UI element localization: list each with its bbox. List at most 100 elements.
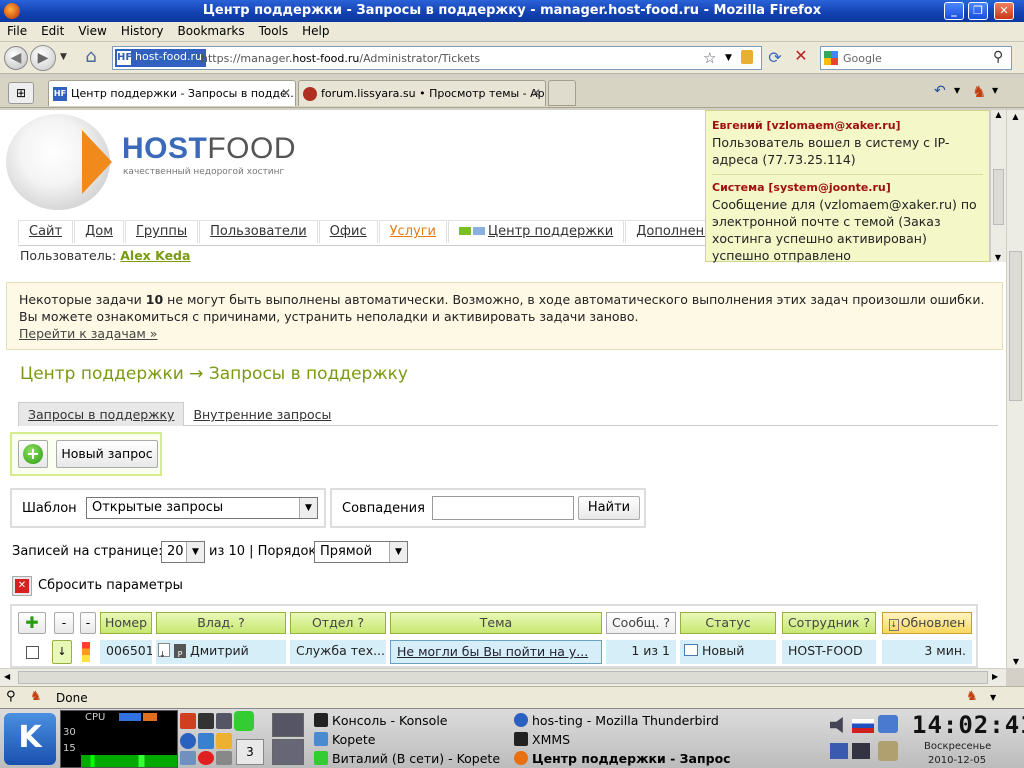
task-thunderbird[interactable]: hos-ting - Mozilla Thunderbird (514, 713, 719, 728)
cell-updated[interactable]: 3 мин. (882, 640, 972, 664)
nav-groups[interactable]: Группы (125, 220, 199, 243)
monitor-launch-icon[interactable] (216, 713, 232, 729)
scroll-up-icon[interactable]: ▲ (1007, 110, 1024, 121)
scroll-down-icon[interactable]: ▼ (991, 253, 1005, 262)
cell-staff[interactable]: HOST-FOOD (782, 640, 876, 664)
menu-history[interactable]: History (114, 22, 171, 40)
search-icon[interactable]: ⚲ (993, 49, 1003, 65)
col-owner[interactable]: Влад. ? (156, 612, 286, 634)
task-kopete[interactable]: Kopete (314, 732, 375, 747)
kde-menu-icon[interactable]: K (4, 713, 56, 765)
find-button[interactable]: Найти (578, 496, 640, 520)
task-xmms[interactable]: XMMS (514, 732, 570, 747)
browser-launch-icon[interactable] (180, 733, 196, 749)
menu-bookmarks[interactable]: Bookmarks (171, 22, 252, 40)
desktop-preview-1[interactable] (272, 713, 304, 737)
window-titlebar[interactable]: Центр поддержки - Запросы в поддержку - … (0, 0, 1024, 22)
grid-minus-button-2[interactable]: - (80, 612, 96, 634)
opera-launch-icon[interactable] (198, 751, 214, 765)
notif-scroll-thumb[interactable] (993, 169, 1004, 225)
url-dropdown-icon[interactable]: ▼ (725, 53, 732, 63)
status-dropdown-icon[interactable]: ▼ (990, 693, 996, 702)
cell-owner[interactable]: ↓ P Дмитрий (156, 640, 286, 664)
match-input[interactable] (432, 496, 574, 520)
network-icon[interactable] (878, 715, 898, 733)
tray-clipboard-icon[interactable] (878, 741, 898, 761)
addon-status-icon[interactable]: ♞ (30, 689, 42, 704)
menu-edit[interactable]: Edit (34, 22, 71, 40)
desktop-preview-2[interactable] (272, 739, 304, 765)
forward-button[interactable]: ▶ (30, 45, 56, 71)
nav-services[interactable]: Услуги (378, 220, 447, 243)
page-scroll-thumb[interactable] (1009, 251, 1022, 401)
task-kopete-chat[interactable]: Виталий (В сети) - Kopete (314, 751, 500, 766)
close-window-button[interactable]: ✕ (994, 2, 1014, 20)
grid-minus-button[interactable]: - (54, 612, 74, 634)
cell-subject-link[interactable]: Не могли бы Вы пойти на у... (390, 640, 602, 664)
tab-support-center[interactable]: HF Центр поддержки - Запросы в подде... … (48, 80, 296, 106)
col-number[interactable]: Номер (100, 612, 152, 634)
h-scroll-thumb[interactable] (18, 671, 988, 684)
page-vertical-scrollbar[interactable]: ▲ ▼ (1006, 110, 1024, 668)
cell-number[interactable]: 006501 (100, 640, 152, 664)
scroll-right-icon[interactable]: ▶ (992, 672, 998, 681)
address-bar[interactable]: HF host-food.ru https://manager.host-food… (112, 46, 762, 70)
reload-icon[interactable]: ⟳ (766, 48, 784, 67)
brand-logo[interactable]: HOSTFOOD (122, 132, 296, 166)
task-firefox[interactable]: Центр поддержки - Запрос (514, 751, 731, 766)
tray-monitor-icon[interactable] (852, 743, 870, 759)
col-staff[interactable]: Сотрудник ? (782, 612, 876, 634)
site-identity-badge[interactable]: HF host-food.ru (115, 49, 207, 67)
scroll-up-icon[interactable]: ▲ (991, 110, 1006, 119)
menu-view[interactable]: View (71, 22, 113, 40)
nav-support-center[interactable]: Центр поддержки (447, 220, 625, 243)
grid-add-button[interactable]: ✚ (18, 612, 46, 634)
volume-icon[interactable] (830, 717, 843, 733)
scroll-left-icon[interactable]: ◀ (4, 672, 10, 681)
order-select[interactable]: Прямой ▼ (314, 541, 408, 563)
add-request-button[interactable]: + (18, 440, 48, 468)
undo-dropdown-icon[interactable]: ▼ (954, 86, 960, 95)
menu-file[interactable]: File (0, 22, 34, 40)
home-launch-icon[interactable] (180, 713, 196, 729)
new-tab-button[interactable] (548, 80, 576, 106)
addon-dropdown-icon[interactable]: ▼ (992, 86, 998, 95)
cell-status[interactable]: Новый (680, 640, 776, 664)
desktop-pager[interactable]: 3 (236, 739, 264, 765)
tool-launch-icon[interactable] (216, 751, 232, 765)
task-konsole[interactable]: Консоль - Konsole (314, 713, 448, 728)
page-horizontal-scrollbar[interactable]: ◀ ▶ (0, 668, 1006, 686)
stop-icon[interactable]: ✕ (792, 46, 810, 65)
col-status[interactable]: Статус (680, 612, 776, 634)
keyboard-layout-flag-icon[interactable] (852, 719, 874, 733)
menu-tools[interactable]: Tools (252, 22, 296, 40)
history-dropdown-icon[interactable]: ▼ (60, 52, 67, 62)
tab-forum[interactable]: forum.lissyara.su • Просмотр темы - Ар..… (298, 80, 546, 106)
menu-help[interactable]: Help (295, 22, 336, 40)
tray-display-icon[interactable] (830, 743, 848, 759)
col-dept[interactable]: Отдел ? (290, 612, 386, 634)
tab-support-requests[interactable]: Запросы в поддержку (18, 402, 185, 426)
cell-msgs[interactable]: 1 из 1 (606, 640, 676, 664)
terminal-launch-icon[interactable] (198, 713, 214, 729)
maximize-button[interactable]: ❐ (968, 2, 988, 20)
nav-site[interactable]: Сайт (18, 220, 74, 243)
close-tab-icon[interactable]: ✕ (531, 86, 541, 100)
notifications-scrollbar[interactable]: ▲ ▼ (990, 110, 1006, 262)
addon-fox-icon[interactable]: ♞ (972, 82, 990, 101)
minimize-button[interactable]: _ (944, 2, 964, 20)
reset-button[interactable]: ✕ (12, 576, 32, 596)
search-box[interactable]: Google ⚲ (820, 46, 1012, 70)
back-button[interactable]: ◀ (4, 46, 28, 70)
row-checkbox[interactable] (26, 646, 39, 659)
user-name-link[interactable]: Alex Keda (120, 248, 190, 263)
reset-label[interactable]: Сбросить параметры (38, 578, 183, 593)
lock-icon[interactable] (741, 50, 753, 64)
scroll-down-icon[interactable]: ▼ (1007, 657, 1024, 666)
undo-close-icon[interactable]: ↶ (934, 83, 946, 99)
url-text[interactable]: https://manager.host-food.ru/Administrat… (201, 52, 480, 65)
clock-time[interactable]: 14:02:41 (912, 711, 1024, 739)
fox-status-icon[interactable]: ♞ (966, 689, 978, 704)
home-icon[interactable]: ⌂ (80, 46, 102, 68)
cell-dept[interactable]: Служба тех... (290, 640, 386, 664)
